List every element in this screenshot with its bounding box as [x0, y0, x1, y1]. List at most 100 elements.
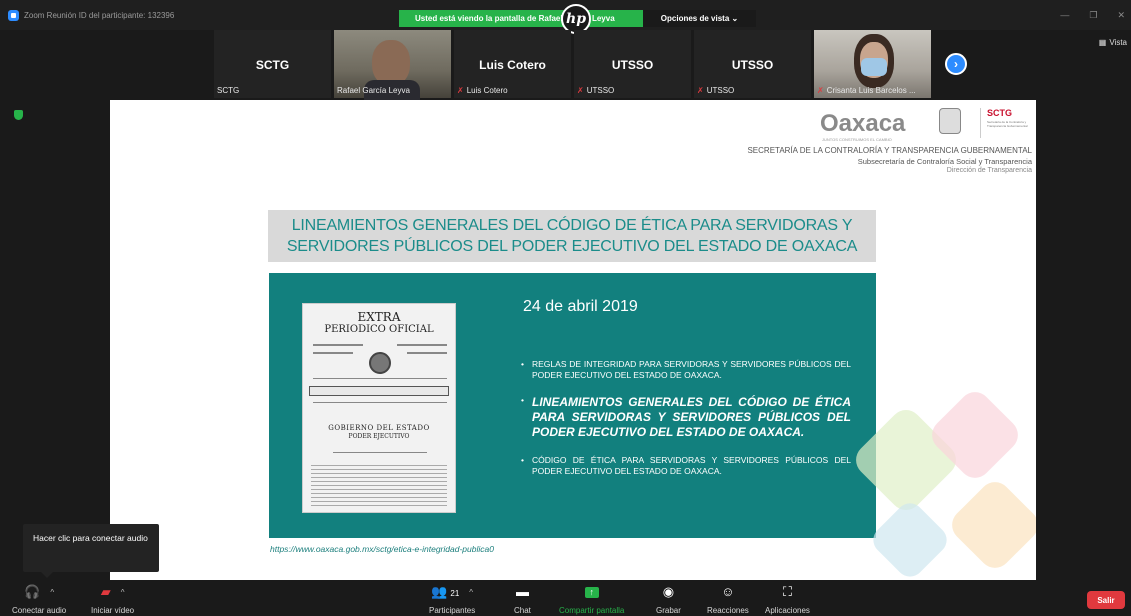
apps-button[interactable]: ⛶ Aplicaciones	[765, 584, 810, 615]
start-video-button[interactable]: ▰ ^ Iniciar vídeo	[91, 584, 134, 615]
participant-name: UTSSO	[706, 86, 735, 95]
participant-tile[interactable]: UTSSO ✗ UTSSO	[694, 30, 811, 98]
reactions-button[interactable]: ☺ Reacciones	[707, 584, 749, 615]
oaxaca-logo: Oaxaca	[820, 110, 906, 137]
record-icon: ◉	[662, 584, 675, 599]
view-button[interactable]: ▦ Vista	[1099, 38, 1127, 47]
record-label: Grabar	[656, 606, 681, 615]
participant-label: ✗ UTSSO	[577, 86, 614, 95]
leave-meeting-button[interactable]: Salir	[1087, 591, 1125, 609]
bullet-text: CÓDIGO DE ÉTICA PARA SERVIDORAS Y SERVID…	[532, 455, 851, 476]
slide-header-subsecretariat: Subsecretaría de Contraloría Social y Tr…	[857, 157, 1032, 166]
bullet-mark: •	[521, 359, 524, 369]
bullet-mark: •	[521, 395, 524, 405]
chat-button[interactable]: ▬ Chat	[514, 584, 531, 615]
participant-display-name: UTSSO	[731, 58, 774, 72]
view-options-button[interactable]: Opciones de vista ⌄	[643, 10, 756, 27]
slide-date: 24 de abril 2019	[523, 298, 638, 315]
participant-display-name: UTSSO	[611, 58, 654, 72]
participant-label: ✗ UTSSO	[697, 86, 734, 95]
participant-tile[interactable]: UTSSO ✗ UTSSO	[574, 30, 691, 98]
maximize-button[interactable]: ❐	[1089, 10, 1097, 21]
connect-audio-button[interactable]: 🎧 ^ Conectar audio	[12, 584, 66, 615]
zoom-logo-icon	[8, 9, 19, 21]
doc-periodico: PERIODICO OFICIAL	[324, 324, 434, 335]
doc-band	[309, 386, 449, 396]
participant-label: ✗ Luis Cotero	[457, 86, 508, 95]
participant-name: Rafael García Leyva	[337, 86, 410, 95]
chat-icon: ▬	[515, 584, 529, 599]
slide-title: LINEAMIENTOS GENERALES DEL CÓDIGO DE ÉTI…	[268, 210, 876, 262]
bullet-item: • CÓDIGO DE ÉTICA PARA SERVIDORAS Y SERV…	[521, 455, 851, 477]
doc-poder: PODER EJECUTIVO	[348, 433, 410, 440]
bullet-mark: •	[521, 455, 524, 465]
participant-strip: SCTG SCTG Rafael García Leyva Luis Coter…	[214, 30, 931, 100]
next-participants-button[interactable]: ›	[945, 53, 967, 75]
share-screen-button[interactable]: ↑ Compartir pantalla	[559, 584, 624, 615]
share-screen-icon: ↑	[584, 587, 599, 599]
participants-count: 21	[450, 589, 460, 598]
participants-label: Participantes	[429, 606, 476, 615]
slide-content-panel: EXTRA PERIODICO OFICIAL GOBIERNO DEL EST…	[269, 273, 876, 538]
minimize-button[interactable]: —	[1060, 10, 1069, 21]
zoom-window: Zoom Reunión ID del participante: 132396…	[0, 0, 1131, 616]
sctg-logo-text: SCTG	[987, 108, 1013, 118]
participant-display-name: Luis Cotero	[479, 58, 546, 72]
apps-icon: ⛶	[782, 584, 793, 599]
participant-label: SCTG	[217, 86, 239, 95]
doc-extra: EXTRA	[357, 310, 401, 324]
view-label: Vista	[1109, 38, 1127, 47]
participants-button[interactable]: 👥 21 ^ Participantes	[429, 584, 475, 615]
slide-header-direction: Dirección de Transparencia	[946, 167, 1032, 174]
smiley-plus-icon: ☺	[721, 584, 735, 599]
window-title: Zoom Reunión ID del participante: 132396	[24, 10, 175, 20]
security-shield-icon[interactable]	[14, 110, 23, 120]
shared-screen-slide: Oaxaca JUNTOS CONSTRUIMOS EL CAMBIO SCTG…	[110, 100, 1036, 580]
doc-line	[313, 344, 363, 346]
window-controls: — ❐ ✕	[1060, 10, 1125, 21]
connect-audio-tooltip: Hacer clic para conectar audio	[23, 524, 159, 578]
chevron-up-icon[interactable]: ^	[50, 588, 54, 597]
participant-name: UTSSO	[586, 86, 615, 95]
doc-text-block	[311, 464, 447, 506]
decorative-shape	[867, 497, 953, 580]
doc-gobierno: GOBIERNO DEL ESTADO	[328, 424, 430, 432]
headphones-icon: 🎧	[24, 584, 41, 599]
face-mask-icon	[861, 58, 887, 76]
slide-title-line2: SERVIDORES PÚBLICOS DEL PODER EJECUTIVO …	[286, 238, 858, 255]
decorative-shape	[945, 475, 1036, 575]
participant-name: SCTG	[217, 86, 240, 95]
doc-line	[313, 402, 447, 403]
video-off-icon: ▰	[100, 584, 111, 599]
chevron-up-icon[interactable]: ^	[469, 588, 473, 597]
state-seal-icon	[939, 108, 961, 134]
close-button[interactable]: ✕	[1117, 10, 1125, 21]
participant-name: Crisanta Luis Barcelos ...	[826, 86, 916, 95]
participant-tile[interactable]: Luis Cotero ✗ Luis Cotero	[454, 30, 571, 98]
meeting-toolbar: 🎧 ^ Conectar audio ▰ ^ Iniciar vídeo 👥 21 ^ …	[0, 580, 1131, 616]
slide-url: https://www.oaxaca.gob.mx/sctg/etica-e-i…	[270, 544, 494, 554]
participants-icon: 👥	[431, 584, 448, 599]
participant-name: Luis Cotero	[466, 86, 508, 95]
doc-line	[407, 352, 447, 354]
bullet-item-highlighted: • LINEAMIENTOS GENERALES DEL CÓDIGO DE É…	[521, 395, 851, 440]
participant-tile-video[interactable]: ✗ Crisanta Luis Barcelos ...	[814, 30, 931, 98]
share-banner-text: Usted está viendo la pantalla de Rafael …	[399, 10, 643, 27]
grid-icon: ▦	[1098, 38, 1107, 47]
participant-tile[interactable]: SCTG SCTG	[214, 30, 331, 98]
slide-title-line1: LINEAMIENTOS GENERALES DEL CÓDIGO DE ÉTI…	[291, 217, 853, 234]
mic-muted-icon: ✗	[817, 86, 824, 95]
record-button[interactable]: ◉ Grabar	[656, 584, 681, 615]
mic-muted-icon: ✗	[577, 86, 584, 95]
title-bar-left: Zoom Reunión ID del participante: 132396	[0, 9, 175, 21]
participant-label: Rafael García Leyva	[337, 86, 410, 95]
doc-emblem-icon	[369, 352, 391, 374]
slide-header-secretariat: SECRETARÍA DE LA CONTRALORÍA Y TRANSPARE…	[747, 146, 1032, 155]
chevron-up-icon[interactable]: ^	[121, 588, 125, 597]
bullet-text: REGLAS DE INTEGRIDAD PARA SERVIDORAS Y S…	[532, 359, 851, 380]
apps-label: Aplicaciones	[765, 606, 810, 615]
doc-line	[397, 344, 447, 346]
participant-tile-video[interactable]: Rafael García Leyva	[334, 30, 451, 100]
oaxaca-logo-subtitle: JUNTOS CONSTRUIMOS EL CAMBIO	[822, 137, 892, 142]
start-video-label: Iniciar vídeo	[91, 606, 135, 615]
